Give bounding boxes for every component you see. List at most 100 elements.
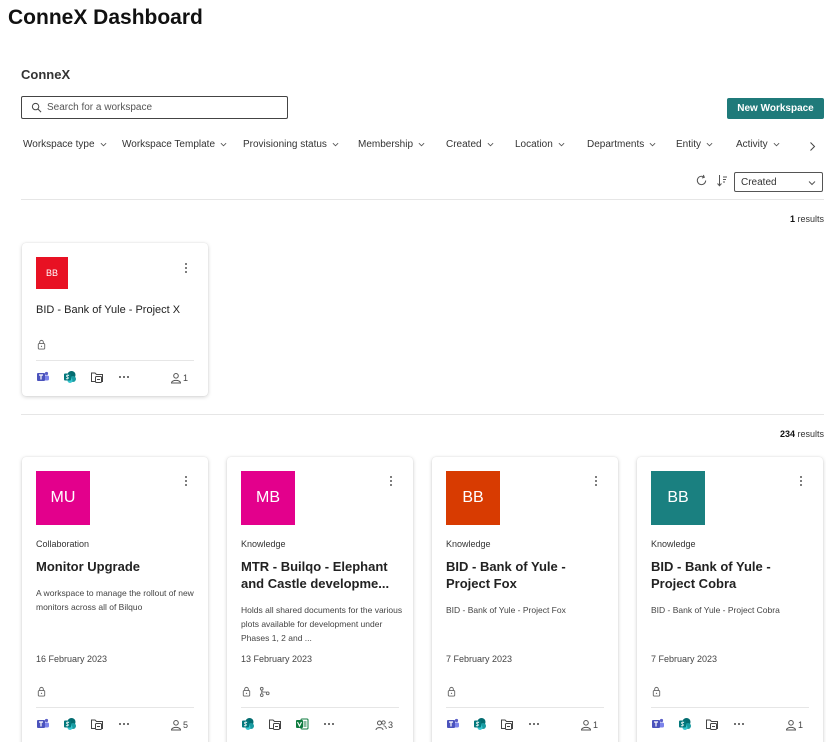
more-options-icon[interactable] xyxy=(184,475,188,487)
member-count[interactable]: 5 xyxy=(170,719,188,731)
lock-icon xyxy=(36,339,47,350)
chevron-down-icon xyxy=(487,141,494,148)
person-icon xyxy=(785,719,797,731)
member-count[interactable]: 1 xyxy=(170,372,188,384)
workspace-avatar: BB xyxy=(651,471,705,525)
chevron-down-icon xyxy=(418,141,425,148)
new-workspace-button[interactable]: New Workspace xyxy=(727,98,824,119)
refresh-icon[interactable] xyxy=(695,174,708,187)
workspace-type: Knowledge xyxy=(241,539,286,549)
filter-workspace-template[interactable]: Workspace Template xyxy=(122,139,227,150)
results-count: 234 results xyxy=(779,429,824,439)
sharepoint-icon[interactable] xyxy=(63,717,77,731)
filter-created[interactable]: Created xyxy=(446,139,494,150)
search-icon xyxy=(31,102,42,113)
workspace-description: Holds all shared documents for the vario… xyxy=(241,605,403,643)
filter-workspace-type[interactable]: Workspace type xyxy=(23,139,107,150)
workspace-description: A workspace to manage the rollout of new… xyxy=(36,588,194,612)
filter-membership[interactable]: Membership xyxy=(358,139,425,150)
page-title: ConneX Dashboard xyxy=(8,6,203,29)
more-icon[interactable] xyxy=(527,717,541,731)
sort-dropdown[interactable]: Created xyxy=(734,172,823,192)
workspace-date: 16 February 2023 xyxy=(36,654,108,664)
divider xyxy=(36,360,194,361)
people-icon xyxy=(375,719,387,731)
chevron-down-icon xyxy=(220,141,227,148)
filter-departments[interactable]: Departments xyxy=(587,139,656,150)
workspace-name[interactable]: BID - Bank of Yule - Project X xyxy=(36,304,180,316)
sharepoint-icon[interactable] xyxy=(473,717,487,731)
filter-location[interactable]: Location xyxy=(515,139,565,150)
divider xyxy=(446,707,604,708)
divider xyxy=(241,707,399,708)
filter-entity[interactable]: Entity xyxy=(676,139,713,150)
lock-icon xyxy=(241,686,252,697)
workspace-name[interactable]: BID - Bank of Yule - Project Fox xyxy=(446,558,606,592)
workspace-description: BID - Bank of Yule - Project Cobra xyxy=(651,605,780,615)
divider xyxy=(21,199,824,200)
files-icon[interactable] xyxy=(705,717,719,731)
workspace-card[interactable]: BB BID - Bank of Yule - Project X 1 xyxy=(22,243,208,396)
filter-provisioning-status[interactable]: Provisioning status xyxy=(243,139,339,150)
workspace-card[interactable]: MB Knowledge MTR - Builqo - Elephant and… xyxy=(227,457,413,742)
divider xyxy=(36,707,194,708)
teams-icon[interactable] xyxy=(651,717,665,731)
sharepoint-icon[interactable] xyxy=(63,370,77,384)
teams-icon[interactable] xyxy=(446,717,460,731)
files-icon[interactable] xyxy=(500,717,514,731)
files-icon[interactable] xyxy=(90,370,104,384)
member-count[interactable]: 3 xyxy=(375,719,393,731)
search-input[interactable] xyxy=(47,102,277,113)
planner-icon[interactable] xyxy=(295,717,309,731)
filter-bar: Workspace type Workspace Template Provis… xyxy=(0,139,826,155)
workspace-type: Knowledge xyxy=(446,539,491,549)
workspace-avatar: MU xyxy=(36,471,90,525)
workspace-card[interactable]: MU Collaboration Monitor Upgrade A works… xyxy=(22,457,208,742)
more-options-icon[interactable] xyxy=(389,475,393,487)
member-count[interactable]: 1 xyxy=(580,719,598,731)
teams-icon[interactable] xyxy=(36,370,50,384)
workspace-card[interactable]: BB Knowledge BID - Bank of Yule - Projec… xyxy=(637,457,823,742)
more-icon[interactable] xyxy=(322,717,336,731)
results-count: 1 results xyxy=(789,214,824,224)
lock-icon xyxy=(446,686,457,697)
workspace-name[interactable]: Monitor Upgrade xyxy=(36,558,196,575)
share-icon xyxy=(259,686,270,697)
chevron-down-icon xyxy=(706,141,713,148)
sort-icon[interactable] xyxy=(716,174,728,187)
teams-icon[interactable] xyxy=(36,717,50,731)
files-icon[interactable] xyxy=(268,717,282,731)
chevron-right-icon[interactable] xyxy=(808,141,817,152)
chevron-down-icon xyxy=(332,141,339,148)
more-icon[interactable] xyxy=(117,370,131,384)
divider xyxy=(21,414,824,415)
member-count[interactable]: 1 xyxy=(785,719,803,731)
lock-icon xyxy=(36,686,47,697)
workspace-date: 7 February 2023 xyxy=(651,654,718,664)
filter-activity[interactable]: Activity xyxy=(736,139,780,150)
workspace-date: 13 February 2023 xyxy=(241,654,313,664)
workspace-type: Knowledge xyxy=(651,539,696,549)
more-icon[interactable] xyxy=(732,717,746,731)
workspace-avatar: BB xyxy=(446,471,500,525)
workspace-card[interactable]: BB Knowledge BID - Bank of Yule - Projec… xyxy=(432,457,618,742)
sharepoint-icon[interactable] xyxy=(241,717,255,731)
workspace-avatar: MB xyxy=(241,471,295,525)
more-icon[interactable] xyxy=(117,717,131,731)
files-icon[interactable] xyxy=(90,717,104,731)
workspace-avatar: BB xyxy=(36,257,68,289)
chevron-down-icon xyxy=(649,141,656,148)
person-icon xyxy=(580,719,592,731)
more-options-icon[interactable] xyxy=(594,475,598,487)
sharepoint-icon[interactable] xyxy=(678,717,692,731)
workspace-description: BID - Bank of Yule - Project Fox xyxy=(446,605,566,615)
workspace-name[interactable]: MTR - Builqo - Elephant and Castle devel… xyxy=(241,558,401,592)
workspace-name[interactable]: BID - Bank of Yule - Project Cobra xyxy=(651,558,811,592)
chevron-down-icon xyxy=(773,141,780,148)
search-box[interactable] xyxy=(21,96,288,119)
chevron-down-icon xyxy=(558,141,565,148)
more-options-icon[interactable] xyxy=(799,475,803,487)
person-icon xyxy=(170,372,182,384)
more-options-icon[interactable] xyxy=(184,262,188,274)
divider xyxy=(651,707,809,708)
